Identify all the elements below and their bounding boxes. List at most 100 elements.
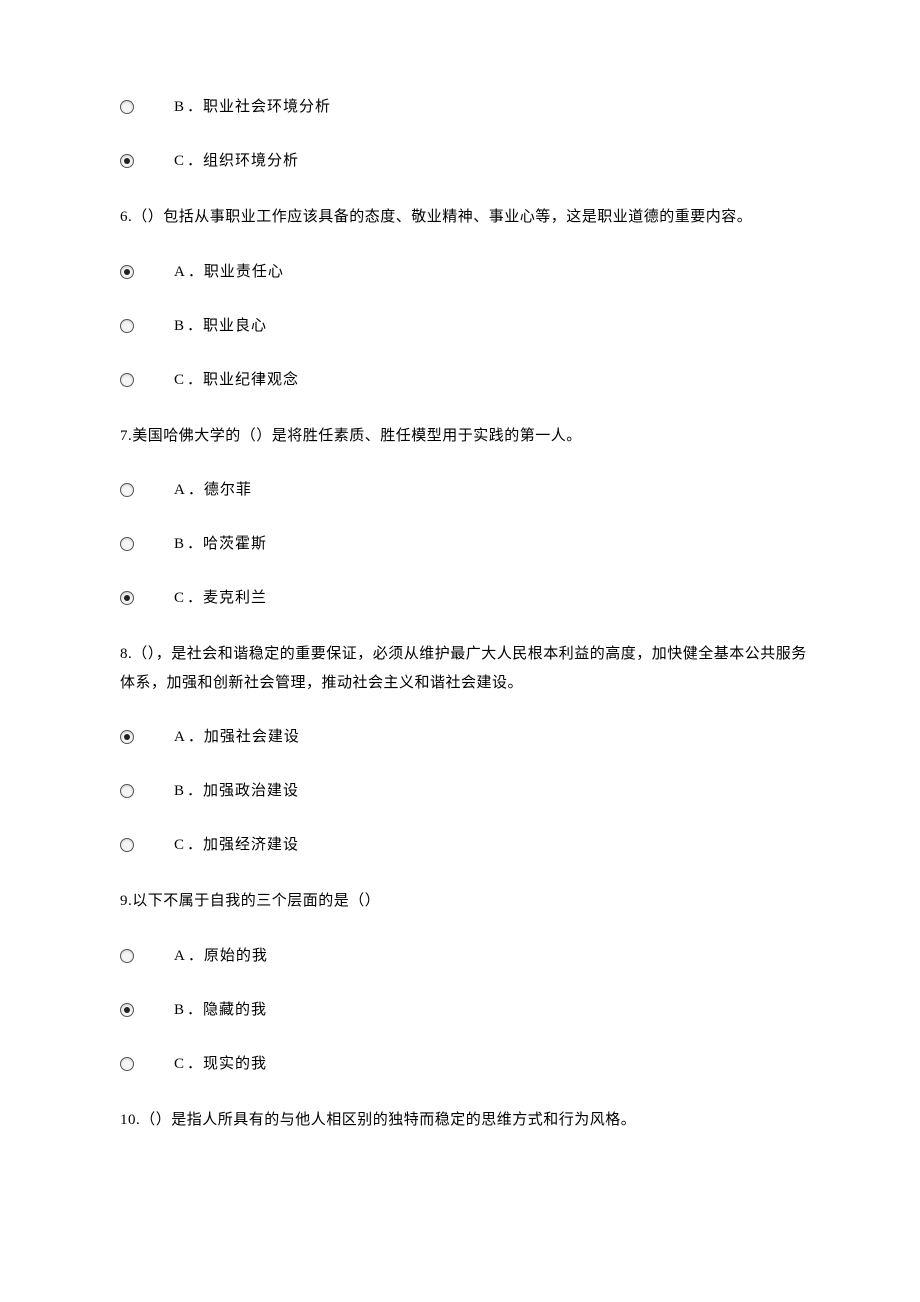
question-number: 9. <box>120 893 132 909</box>
radio-wrap <box>120 949 174 963</box>
question-10: 10.（）是指人所具有的与他人相区别的独特而稳定的思维方式和行为风格。 <box>120 1106 810 1135</box>
option-text: C．麦克利兰 <box>174 586 267 610</box>
radio-icon[interactable] <box>120 838 134 852</box>
option-text: C．职业纪律观念 <box>174 368 299 392</box>
question-number: 6. <box>120 209 132 225</box>
radio-wrap <box>120 1057 174 1071</box>
option-text: A．原始的我 <box>174 944 268 968</box>
question-9: 9.以下不属于自我的三个层面的是（） <box>120 887 810 916</box>
option-letter: B <box>174 1002 185 1018</box>
option-label: 现实的我 <box>203 1056 267 1072</box>
option-label: 德尔菲 <box>204 482 252 498</box>
radio-wrap <box>120 1003 174 1017</box>
option-text: B．加强政治建设 <box>174 779 299 803</box>
option-text: B．哈茨霍斯 <box>174 532 267 556</box>
option-label: 加强经济建设 <box>203 837 299 853</box>
option-letter: B <box>174 783 185 799</box>
radio-icon[interactable] <box>120 265 134 279</box>
q6-option-a: A．职业责任心 <box>120 260 810 284</box>
document-page: B．职业社会环境分析 C．组织环境分析 6.（）包括从事职业工作应该具备的态度、… <box>0 0 920 1302</box>
option-letter: A <box>174 482 186 498</box>
option-letter: B <box>174 536 185 552</box>
q8-option-b: B．加强政治建设 <box>120 779 810 803</box>
radio-icon[interactable] <box>120 100 134 114</box>
option-text: B．职业良心 <box>174 314 267 338</box>
radio-wrap <box>120 784 174 798</box>
radio-icon[interactable] <box>120 537 134 551</box>
q8-option-a: A．加强社会建设 <box>120 725 810 749</box>
q7-option-c: C．麦克利兰 <box>120 586 810 610</box>
radio-icon[interactable] <box>120 591 134 605</box>
option-label: 职业良心 <box>203 318 267 334</box>
question-number: 10. <box>120 1112 140 1128</box>
question-stem: （）包括从事职业工作应该具备的态度、敬业精神、事业心等，这是职业道德的重要内容。 <box>132 209 752 225</box>
option-letter: B <box>174 99 185 115</box>
question-stem: 美国哈佛大学的（）是将胜任素质、胜任模型用于实践的第一人。 <box>132 428 582 444</box>
q7-option-a: A．德尔菲 <box>120 478 810 502</box>
radio-wrap <box>120 265 174 279</box>
radio-wrap <box>120 483 174 497</box>
radio-wrap <box>120 537 174 551</box>
q7-option-b: B．哈茨霍斯 <box>120 532 810 556</box>
option-label: 职业责任心 <box>204 264 284 280</box>
option-text: A．职业责任心 <box>174 260 284 284</box>
radio-icon[interactable] <box>120 373 134 387</box>
radio-wrap <box>120 730 174 744</box>
question-stem: 以下不属于自我的三个层面的是（） <box>132 893 380 909</box>
question-6: 6.（）包括从事职业工作应该具备的态度、敬业精神、事业心等，这是职业道德的重要内… <box>120 203 810 232</box>
q8-option-c: C．加强经济建设 <box>120 833 810 857</box>
radio-wrap <box>120 373 174 387</box>
option-label: 加强社会建设 <box>204 729 300 745</box>
option-text: B．隐藏的我 <box>174 998 267 1022</box>
question-stem: （）是指人所具有的与他人相区别的独特而稳定的思维方式和行为风格。 <box>140 1112 636 1128</box>
radio-wrap <box>120 838 174 852</box>
question-number: 8. <box>120 646 132 662</box>
radio-wrap <box>120 154 174 168</box>
option-letter: C <box>174 372 185 388</box>
question-7: 7.美国哈佛大学的（）是将胜任素质、胜任模型用于实践的第一人。 <box>120 422 810 451</box>
option-text: A．德尔菲 <box>174 478 252 502</box>
q6-option-c: C．职业纪律观念 <box>120 368 810 392</box>
radio-icon[interactable] <box>120 1003 134 1017</box>
radio-icon[interactable] <box>120 483 134 497</box>
q6-option-b: B．职业良心 <box>120 314 810 338</box>
question-stem: （），是社会和谐稳定的重要保证，必须从维护最广大人民根本利益的高度，加快健全基本… <box>120 646 807 691</box>
option-letter: C <box>174 590 185 606</box>
radio-icon[interactable] <box>120 319 134 333</box>
option-letter: C <box>174 1056 185 1072</box>
q9-option-b: B．隐藏的我 <box>120 998 810 1022</box>
option-label: 加强政治建设 <box>203 783 299 799</box>
option-letter: A <box>174 948 186 964</box>
radio-icon[interactable] <box>120 784 134 798</box>
option-label: 哈茨霍斯 <box>203 536 267 552</box>
option-label: 麦克利兰 <box>203 590 267 606</box>
option-label: 原始的我 <box>204 948 268 964</box>
radio-wrap <box>120 100 174 114</box>
option-label: 职业纪律观念 <box>203 372 299 388</box>
q5-option-c: C．组织环境分析 <box>120 149 810 173</box>
option-label: 职业社会环境分析 <box>203 99 331 115</box>
option-letter: A <box>174 729 186 745</box>
option-text: C．加强经济建设 <box>174 833 299 857</box>
question-number: 7. <box>120 428 132 444</box>
option-letter: C <box>174 153 185 169</box>
option-text: C．组织环境分析 <box>174 149 299 173</box>
q9-option-a: A．原始的我 <box>120 944 810 968</box>
option-letter: B <box>174 318 185 334</box>
option-label: 组织环境分析 <box>203 153 299 169</box>
option-letter: A <box>174 264 186 280</box>
radio-icon[interactable] <box>120 949 134 963</box>
radio-icon[interactable] <box>120 1057 134 1071</box>
q9-option-c: C．现实的我 <box>120 1052 810 1076</box>
option-text: C．现实的我 <box>174 1052 267 1076</box>
option-letter: C <box>174 837 185 853</box>
option-text: B．职业社会环境分析 <box>174 95 331 119</box>
radio-icon[interactable] <box>120 730 134 744</box>
radio-wrap <box>120 591 174 605</box>
radio-wrap <box>120 319 174 333</box>
option-text: A．加强社会建设 <box>174 725 300 749</box>
radio-icon[interactable] <box>120 154 134 168</box>
question-8: 8.（），是社会和谐稳定的重要保证，必须从维护最广大人民根本利益的高度，加快健全… <box>120 640 810 697</box>
q5-option-b: B．职业社会环境分析 <box>120 95 810 119</box>
option-label: 隐藏的我 <box>203 1002 267 1018</box>
